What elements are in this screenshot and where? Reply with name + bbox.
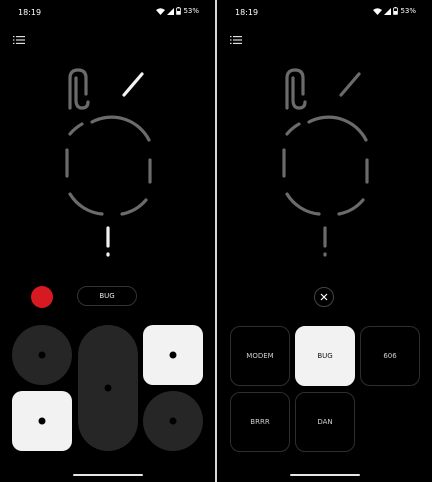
- battery-icon: [176, 7, 182, 15]
- record-button[interactable]: [31, 286, 53, 308]
- status-time: 18:19: [18, 8, 42, 17]
- battery-icon: [393, 7, 399, 15]
- home-indicator[interactable]: [73, 474, 143, 476]
- home-indicator[interactable]: [290, 474, 360, 476]
- status-icons: 53%: [156, 7, 199, 15]
- pad-circle-bottom-right[interactable]: [143, 391, 203, 451]
- right-screen: 18:19 53% MODEM BUG 606 BRRR DAN: [217, 0, 432, 482]
- glyph-circle-arc: [307, 115, 368, 142]
- status-bar: 18:19 53%: [0, 7, 215, 21]
- glyph-camera-ring: [68, 68, 88, 110]
- menu-icon[interactable]: [230, 35, 242, 45]
- close-icon: [320, 293, 328, 301]
- glyph-circle-arc: [120, 198, 148, 216]
- glyph-circle-arc: [337, 198, 365, 216]
- signal-icon: [384, 7, 392, 15]
- close-button[interactable]: [314, 287, 334, 307]
- glyph-diagonal: [122, 72, 144, 97]
- pad-pill-center[interactable]: [78, 325, 138, 451]
- glyph-circle-arc: [68, 122, 84, 136]
- tile-modem[interactable]: MODEM: [230, 326, 290, 386]
- glyph-circle-arc: [285, 122, 301, 136]
- wifi-icon: [156, 7, 166, 15]
- pad-dot: [169, 417, 177, 425]
- glyph-interface: [65, 68, 152, 257]
- glyph-camera-ring: [285, 68, 305, 110]
- status-bar: 18:19 53%: [217, 7, 432, 21]
- glyph-diagonal: [339, 72, 361, 97]
- tile-bug[interactable]: BUG: [295, 326, 355, 386]
- status-time: 18:19: [235, 8, 259, 17]
- tile-606[interactable]: 606: [360, 326, 420, 386]
- glyph-circle-arc: [285, 192, 321, 216]
- pad-square-top-right[interactable]: [143, 325, 203, 385]
- wifi-icon: [373, 7, 383, 15]
- pad-dot: [38, 351, 46, 359]
- left-screen: 18:19 53% BUG: [0, 0, 215, 482]
- pad-circle-top-left[interactable]: [12, 325, 72, 385]
- tile-brrr[interactable]: BRRR: [230, 392, 290, 452]
- pad-dot: [38, 417, 46, 425]
- signal-icon: [167, 7, 175, 15]
- glyph-circle-arc: [90, 115, 151, 142]
- status-icons: 53%: [373, 7, 416, 15]
- menu-icon[interactable]: [13, 35, 25, 45]
- battery-percent: 53%: [183, 7, 199, 15]
- mode-select-button[interactable]: BUG: [77, 286, 137, 306]
- glyph-interface: [282, 68, 369, 257]
- pad-dot: [169, 351, 177, 359]
- tile-dan[interactable]: DAN: [295, 392, 355, 452]
- glyph-circle-arc: [68, 192, 104, 216]
- battery-percent: 53%: [400, 7, 416, 15]
- pad-square-bottom-left[interactable]: [12, 391, 72, 451]
- pad-dot: [104, 384, 112, 392]
